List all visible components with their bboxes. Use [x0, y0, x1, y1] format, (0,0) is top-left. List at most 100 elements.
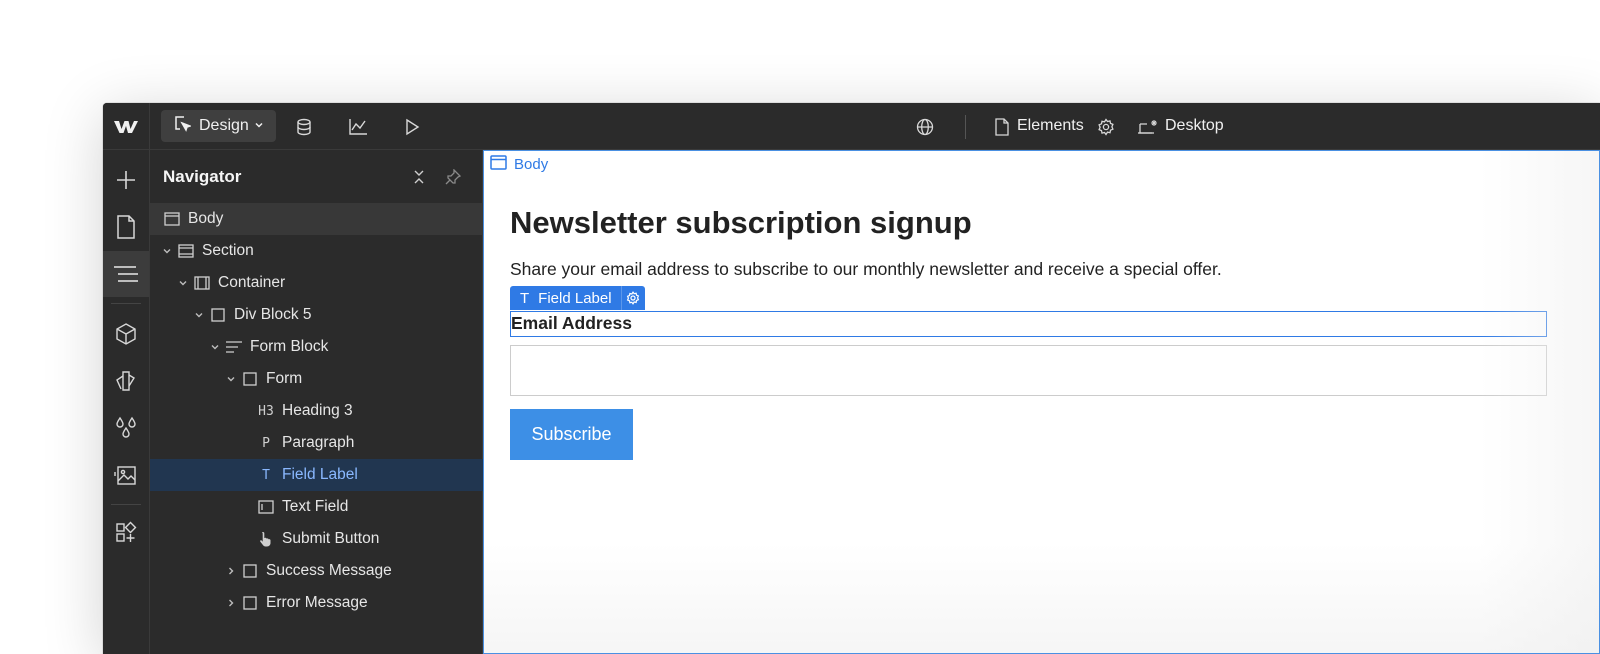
navigator-item[interactable]: Form Block — [150, 331, 483, 363]
navigator-item[interactable]: H3 Heading 3 — [150, 395, 483, 427]
body-icon — [490, 155, 507, 174]
paragraph-icon: P — [262, 435, 270, 451]
gear-icon[interactable] — [1095, 116, 1117, 138]
page-heading[interactable]: Newsletter subscription signup — [510, 205, 972, 241]
chevron-down-icon[interactable] — [224, 372, 238, 386]
analytics-icon[interactable] — [347, 116, 369, 138]
design-mode-label: Design — [199, 117, 249, 134]
form-block-icon — [225, 338, 243, 356]
navigator-item-label: Section — [202, 242, 254, 259]
email-field-label[interactable]: Email Address — [510, 311, 1547, 337]
navigator-item-label: Form — [266, 370, 303, 387]
canvas-bottom-fade — [484, 543, 1599, 653]
navigator-item[interactable]: Form — [150, 363, 483, 395]
top-toolbar: Design Elements Desktop — [103, 103, 1600, 150]
cursor-icon — [173, 115, 193, 138]
variables-icon[interactable] — [103, 405, 149, 451]
apps-icon[interactable] — [103, 510, 149, 556]
chevron-down-icon[interactable] — [160, 244, 174, 258]
breakpoint-label[interactable]: Desktop — [1165, 117, 1224, 135]
subscribe-button[interactable]: Subscribe — [510, 409, 633, 460]
navigator-panel: Navigator Body Section Container Div Block … — [150, 150, 483, 654]
navigator-icon[interactable] — [103, 251, 149, 297]
navigator-item-label: Text Field — [282, 498, 349, 515]
database-icon[interactable] — [293, 116, 315, 138]
add-icon[interactable] — [103, 157, 149, 203]
selection-badge[interactable]: T Field Label — [510, 286, 645, 310]
rail-divider — [111, 504, 141, 505]
design-canvas[interactable]: Body Newsletter subscription signup Shar… — [483, 150, 1600, 654]
navigator-item-label: Success Message — [266, 562, 392, 579]
navigator-item[interactable]: Error Message — [150, 587, 483, 619]
div-block-icon — [241, 562, 259, 580]
div-block-icon — [209, 306, 227, 324]
toolbar-divider — [965, 115, 966, 139]
navigator-item-label: Heading 3 — [282, 402, 353, 419]
chevron-down-icon[interactable] — [208, 340, 222, 354]
style-selector-icon[interactable] — [103, 358, 149, 404]
play-icon[interactable] — [401, 116, 423, 138]
navigator-item[interactable]: Success Message — [150, 555, 483, 587]
email-text-field[interactable] — [510, 345, 1547, 396]
navigator-header: Navigator — [150, 150, 483, 204]
navigator-item-label: Body — [188, 210, 224, 227]
navigator-title: Navigator — [163, 167, 242, 186]
body-icon — [163, 210, 181, 228]
div-block-icon — [241, 594, 259, 612]
page-selector-label[interactable]: Elements — [1017, 117, 1084, 135]
collapse-all-icon[interactable] — [410, 168, 428, 186]
pin-icon[interactable] — [444, 168, 462, 186]
body-element-tag[interactable]: Body — [490, 155, 548, 174]
navigator-item-label: Form Block — [250, 338, 329, 355]
assets-icon[interactable] — [103, 452, 149, 498]
rail-divider — [111, 303, 141, 304]
navigator-item[interactable]: Section — [150, 235, 483, 267]
text-icon: T — [520, 289, 530, 307]
navigator-item[interactable]: Container — [150, 267, 483, 299]
form-icon — [241, 370, 259, 388]
designer-window: Design Elements Desktop Navigator Body S… — [103, 103, 1600, 654]
components-icon[interactable] — [103, 311, 149, 357]
chevron-down-icon — [254, 117, 264, 135]
chevron-right-icon[interactable] — [224, 564, 238, 578]
design-mode-button[interactable]: Design — [161, 110, 276, 142]
heading-icon: H3 — [258, 403, 274, 419]
navigator-item[interactable]: T Field Label — [150, 459, 483, 491]
navigator-item[interactable]: Body — [150, 203, 483, 235]
webflow-logo-icon[interactable] — [103, 103, 150, 150]
navigator-item[interactable]: Submit Button — [150, 523, 483, 555]
selection-badge-label: Field Label — [538, 289, 612, 307]
page-icon — [991, 116, 1013, 138]
element-settings-icon[interactable] — [620, 286, 645, 310]
page-paragraph[interactable]: Share your email address to subscribe to… — [510, 259, 1222, 280]
navigator-item-label: Div Block 5 — [234, 306, 312, 323]
navigator-item[interactable]: P Paragraph — [150, 427, 483, 459]
navigator-tree: Body Section Container Div Block 5 Form Bloc… — [150, 203, 483, 619]
text-icon: T — [262, 467, 270, 483]
navigator-item-label: Container — [218, 274, 286, 291]
body-tag-label: Body — [514, 156, 549, 173]
globe-icon[interactable] — [914, 116, 936, 138]
chevron-down-icon[interactable] — [192, 308, 206, 322]
section-icon — [177, 242, 195, 260]
pointer-icon — [257, 530, 275, 548]
navigator-item-label: Error Message — [266, 594, 368, 611]
desktop-icon — [1137, 116, 1159, 138]
text-field-icon — [257, 498, 275, 516]
navigator-item[interactable]: Text Field — [150, 491, 483, 523]
pages-icon[interactable] — [103, 204, 149, 250]
navigator-item[interactable]: Div Block 5 — [150, 299, 483, 331]
chevron-right-icon[interactable] — [224, 596, 238, 610]
container-icon — [193, 274, 211, 292]
navigator-item-label: Field Label — [282, 466, 358, 483]
canvas-edge-fade — [1479, 151, 1599, 653]
left-icon-rail — [103, 150, 150, 654]
navigator-item-label: Submit Button — [282, 530, 380, 547]
navigator-item-label: Paragraph — [282, 434, 355, 451]
chevron-down-icon[interactable] — [176, 276, 190, 290]
